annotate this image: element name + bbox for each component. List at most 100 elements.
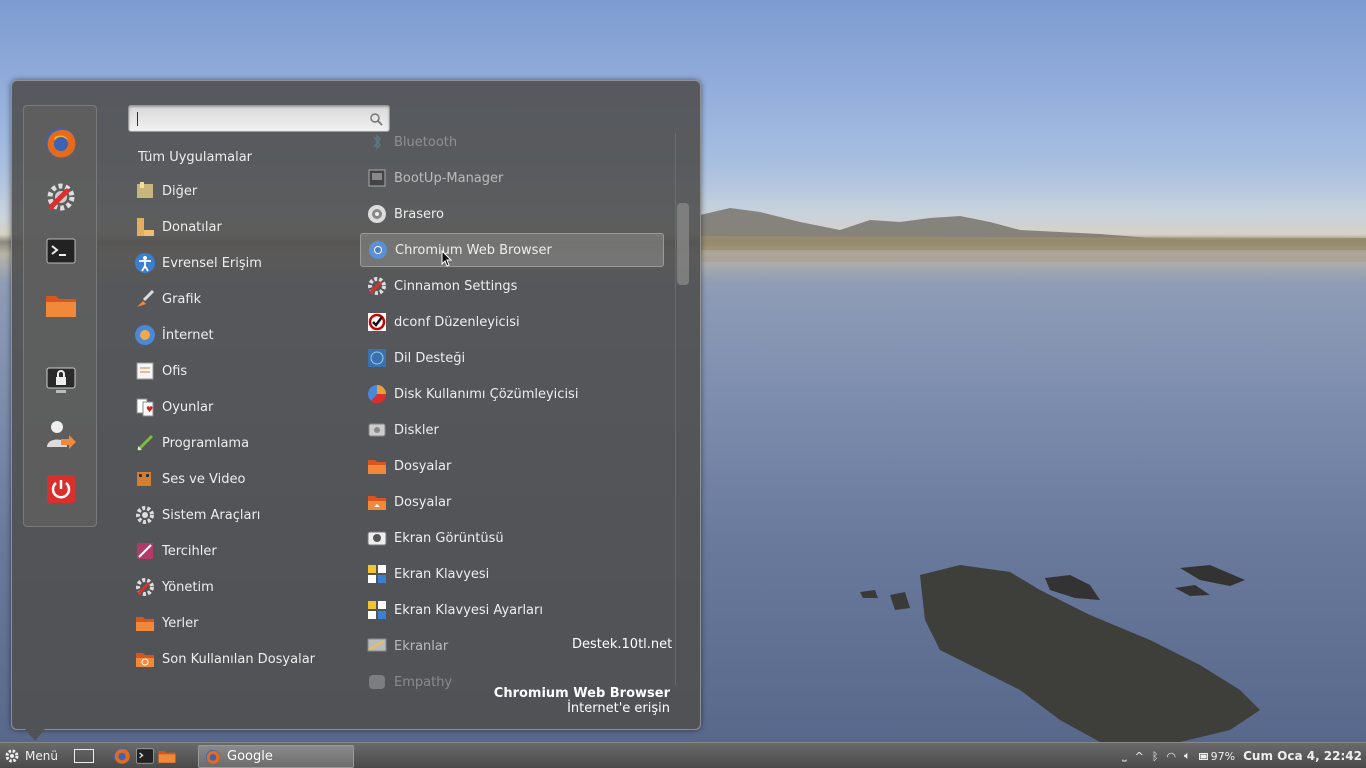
app-label: Ekran Klavyesi Ayarları [394, 602, 543, 618]
category-yönetim[interactable]: Yönetim [130, 571, 350, 603]
category-oyunlar[interactable]: ♥ Oyunlar [130, 391, 350, 423]
bootup-manager-icon [368, 169, 386, 187]
app-item-bluetooth[interactable]: Bluetooth [360, 133, 664, 159]
keyboard-layout-icon[interactable]: ⎵ [1122, 749, 1126, 763]
dconf-icon [368, 313, 386, 331]
internet-icon-wrap [134, 324, 156, 346]
app-label: Ekran Klavyesi [394, 566, 490, 582]
empathy-icon-wrap [366, 671, 388, 689]
category-label: Donatılar [162, 219, 222, 235]
mouse-cursor-icon [441, 250, 453, 267]
system-tools-icon-wrap [134, 504, 156, 526]
app-item-dil-desteği[interactable]: Dil Desteği [360, 341, 664, 375]
app-label: BootUp-Manager [394, 170, 504, 186]
lock-screen-button[interactable] [42, 362, 80, 400]
recent-files-icon-wrap [134, 648, 156, 670]
shutdown-button[interactable] [42, 470, 80, 508]
accessibility-icon [135, 253, 155, 273]
favorite-files-button[interactable] [42, 286, 80, 324]
category-diğer[interactable]: Diğer [130, 175, 350, 207]
battery-indicator[interactable]: 97% [1198, 750, 1235, 763]
terminal-icon [46, 238, 76, 264]
files-home-icon-wrap [366, 491, 388, 513]
graphics-icon [137, 289, 155, 307]
category-label: Oyunlar [162, 399, 214, 415]
firefox-icon [114, 748, 130, 764]
category-grafik[interactable]: Grafik [130, 283, 350, 315]
disks-icon [368, 423, 386, 437]
favorite-settings-button[interactable] [42, 178, 80, 216]
graphics-icon-wrap [134, 288, 156, 310]
application-menu: Tüm Uygulamalar Diğer Donatılar Evrensel E… [11, 80, 701, 730]
selected-app-title: Chromium Web Browser [493, 686, 670, 701]
app-item-dosyalar[interactable]: Dosyalar [360, 485, 664, 519]
app-item-chromium-web-browser[interactable]: Chromium Web Browser [360, 233, 664, 267]
misc-folder-icon-wrap [134, 180, 156, 202]
language-support-icon [368, 349, 386, 367]
bluetooth-icon[interactable]: ᛒ [1152, 750, 1159, 763]
app-item-ekran-klavyesi[interactable]: Ekran Klavyesi [360, 557, 664, 591]
chromium-icon-wrap [367, 239, 389, 261]
favorite-terminal-button[interactable] [42, 232, 80, 270]
volume-icon[interactable]: 🔈︎ [1184, 749, 1191, 763]
games-icon: ♥ [136, 398, 154, 417]
files-home-icon [368, 496, 386, 510]
category-son-kullanılan-dosyalar[interactable]: Son Kullanılan Dosyalar [130, 643, 350, 675]
bluetooth-icon [373, 134, 381, 150]
menu-button[interactable]: Menü [4, 746, 58, 766]
category-i̇nternet[interactable]: İnternet [130, 319, 350, 351]
launcher-files[interactable] [157, 746, 177, 766]
category-ofis[interactable]: Ofis [130, 355, 350, 387]
category-programlama[interactable]: Programlama [130, 427, 350, 459]
category-evrensel-erişim[interactable]: Evrensel Erişim [130, 247, 350, 279]
category-sistem-araçları[interactable]: Sistem Araçları [130, 499, 350, 531]
misc-folder-icon [137, 182, 153, 198]
app-item-dconf-düzenleyicisi[interactable]: dconf Düzenleyicisi [360, 305, 664, 339]
category-donatılar[interactable]: Donatılar [130, 211, 350, 243]
search-icon [370, 113, 383, 126]
app-item-cinnamon-settings[interactable]: Cinnamon Settings [360, 269, 664, 303]
system-tray: ⎵ ^ ᛒ ◠ 🔈︎ 97% Cum Oca 4, 22:42 [1114, 746, 1362, 766]
onscreen-keyboard-settings-icon [368, 601, 386, 619]
category-ses-ve-video[interactable]: Ses ve Video [130, 463, 350, 495]
app-label: Empathy [394, 674, 453, 690]
network-icon[interactable]: ◠ [1166, 750, 1176, 763]
app-label: Ekran Görüntüsü [394, 530, 504, 546]
category-label: Evrensel Erişim [162, 255, 262, 271]
category-label: Grafik [162, 291, 202, 307]
search-field[interactable] [128, 105, 390, 132]
app-item-dosyalar[interactable]: Dosyalar [360, 449, 664, 483]
app-item-ekran-görüntüsü[interactable]: Ekran Görüntüsü [360, 521, 664, 555]
programming-icon-wrap [134, 432, 156, 454]
clock[interactable]: Cum Oca 4, 22:42 [1243, 749, 1362, 763]
show-desktop-button[interactable] [74, 746, 94, 766]
category-label: Sistem Araçları [162, 507, 261, 523]
system-tools-icon [136, 506, 154, 524]
cinnamon-settings-icon [368, 277, 386, 295]
gear-icon [5, 749, 19, 763]
app-item-disk-kullanımı-çözümleyicisi[interactable]: Disk Kullanımı Çözümleyicisi [360, 377, 664, 411]
app-item-ekran-klavyesi-ayarları[interactable]: Ekran Klavyesi Ayarları [360, 593, 664, 627]
logout-button[interactable] [42, 416, 80, 454]
app-list-scrollbar[interactable] [675, 133, 689, 685]
launcher-terminal[interactable] [135, 746, 155, 766]
places-icon [136, 617, 154, 631]
category-tercihler[interactable]: Tercihler [130, 535, 350, 567]
settings-icon [47, 183, 75, 211]
app-item-bootup-manager[interactable]: BootUp-Manager [360, 161, 664, 195]
favorite-firefox-button[interactable] [42, 124, 80, 162]
terminal-icon [136, 748, 154, 764]
app-item-brasero[interactable]: Brasero [360, 197, 664, 231]
launcher-firefox[interactable] [112, 746, 132, 766]
all-applications-header[interactable]: Tüm Uygulamalar [138, 150, 252, 165]
firefox-icon [46, 128, 76, 158]
search-input[interactable] [135, 109, 363, 128]
scrollbar-thumb[interactable] [677, 203, 689, 285]
expand-tray-icon[interactable]: ^ [1135, 750, 1144, 763]
category-yerler[interactable]: Yerler [130, 607, 350, 639]
app-item-diskler[interactable]: Diskler [360, 413, 664, 447]
category-label: Ofis [162, 363, 188, 379]
app-label: Cinnamon Settings [394, 278, 518, 294]
bluetooth-icon-wrap [366, 133, 388, 153]
taskbar-window-google[interactable]: Google [198, 745, 354, 768]
